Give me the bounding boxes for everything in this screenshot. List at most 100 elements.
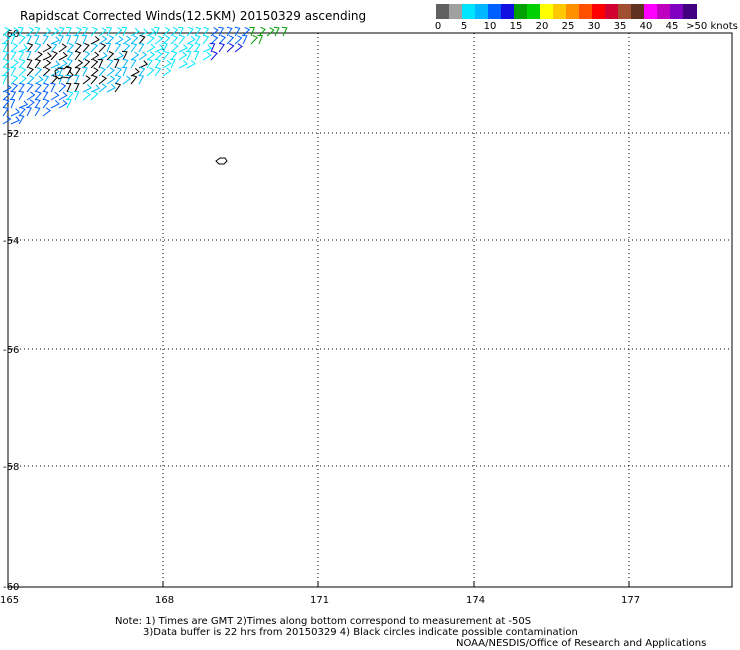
wind-barb — [90, 74, 98, 85]
wind-barb — [18, 50, 25, 61]
wind-barb — [234, 35, 243, 45]
wind-barb — [82, 75, 91, 85]
wind-barb — [50, 82, 56, 93]
wind-barb — [210, 35, 219, 45]
wind-barb — [170, 26, 179, 37]
wind-barb — [114, 74, 122, 85]
wind-barb — [42, 98, 50, 109]
wind-barb — [114, 52, 124, 61]
wind-barb — [178, 51, 188, 61]
wind-barb — [194, 26, 202, 37]
wind-barb — [241, 34, 248, 45]
wind-barb — [58, 51, 68, 61]
wind-barbs — [1, 26, 288, 125]
wind-barb — [65, 74, 71, 85]
wind-barb — [281, 26, 288, 37]
wind-barb — [26, 27, 35, 37]
wind-barb — [66, 26, 72, 37]
wind-barb — [18, 67, 27, 77]
wind-barb — [50, 27, 60, 37]
graticule — [8, 33, 732, 587]
lon-label: 174 — [466, 595, 485, 606]
wind-barb — [170, 34, 179, 45]
wind-barb — [90, 84, 101, 93]
wind-barb — [42, 43, 52, 53]
wind-barb — [34, 106, 41, 117]
wind-barb — [50, 42, 58, 53]
wind-barb — [42, 107, 52, 117]
wind-barb — [146, 58, 153, 69]
wind-barb — [130, 74, 138, 85]
wind-barb — [26, 58, 33, 69]
wind-barb — [42, 74, 50, 85]
wind-barb — [98, 35, 108, 45]
wind-barb — [186, 42, 194, 53]
wind-barb — [146, 43, 156, 53]
wind-barb — [73, 74, 80, 85]
wind-barb — [226, 34, 235, 45]
wind-barb — [186, 35, 196, 45]
wind-barb — [18, 114, 25, 125]
wind-barb — [65, 82, 72, 93]
wind-barb — [26, 99, 35, 109]
wind-barb — [130, 51, 140, 61]
lon-label: 177 — [621, 595, 640, 606]
wind-barb — [186, 26, 194, 37]
wind-barb — [58, 26, 65, 37]
map-frame — [7, 32, 733, 588]
wind-barb — [114, 27, 123, 37]
wind-barb — [98, 42, 107, 53]
wind-barb — [42, 67, 51, 77]
wind-barb — [138, 51, 148, 61]
wind-barb — [10, 59, 19, 69]
wind-barb — [58, 43, 68, 53]
wind-barb — [34, 58, 42, 69]
wind-barb — [194, 34, 201, 45]
wind-barb — [26, 75, 35, 85]
wind-barb — [65, 34, 72, 45]
wind-barb — [154, 44, 165, 53]
wind-barb — [114, 66, 123, 77]
wind-barb — [226, 43, 235, 53]
wind-barb — [66, 90, 74, 101]
wind-barb — [82, 59, 91, 69]
wind-barb — [82, 84, 92, 93]
wind-barb — [10, 66, 17, 77]
wind-barb — [42, 52, 52, 61]
wind-barb — [18, 58, 26, 69]
wind-barb — [106, 35, 115, 45]
wind-barb — [90, 35, 100, 45]
wind-barb — [33, 34, 40, 45]
wind-barb — [26, 34, 33, 45]
note-line-1: Note: 1) Times are GMT 2)Times along bot… — [115, 616, 532, 627]
wind-barb — [90, 59, 99, 69]
wind-barb — [178, 60, 188, 69]
wind-barb — [26, 66, 34, 77]
wind-barb — [194, 42, 201, 53]
wind-barb — [42, 82, 50, 93]
wind-barb — [146, 51, 156, 61]
wind-barb — [74, 66, 81, 77]
wind-barb — [138, 74, 145, 85]
lat-label: -60 — [3, 582, 19, 593]
wind-barb — [162, 27, 171, 37]
wind-barb — [73, 90, 80, 101]
wind-barb — [106, 58, 114, 69]
wind-barb — [121, 26, 128, 37]
lat-label: -52 — [3, 129, 19, 140]
wind-barb — [50, 100, 60, 109]
wind-barb — [98, 75, 107, 85]
wind-barb — [58, 99, 68, 109]
wind-barb — [257, 34, 264, 45]
wind-barb — [218, 42, 226, 53]
wind-barb — [170, 50, 178, 61]
wind-barb — [138, 60, 149, 69]
wind-barb — [202, 44, 213, 53]
wind-barb — [26, 42, 34, 53]
wind-barb — [162, 67, 172, 77]
wind-barb — [10, 108, 20, 117]
wind-barb — [130, 27, 140, 37]
wind-barb — [82, 91, 91, 101]
wind-barb — [218, 26, 225, 37]
wind-barb — [106, 75, 116, 85]
